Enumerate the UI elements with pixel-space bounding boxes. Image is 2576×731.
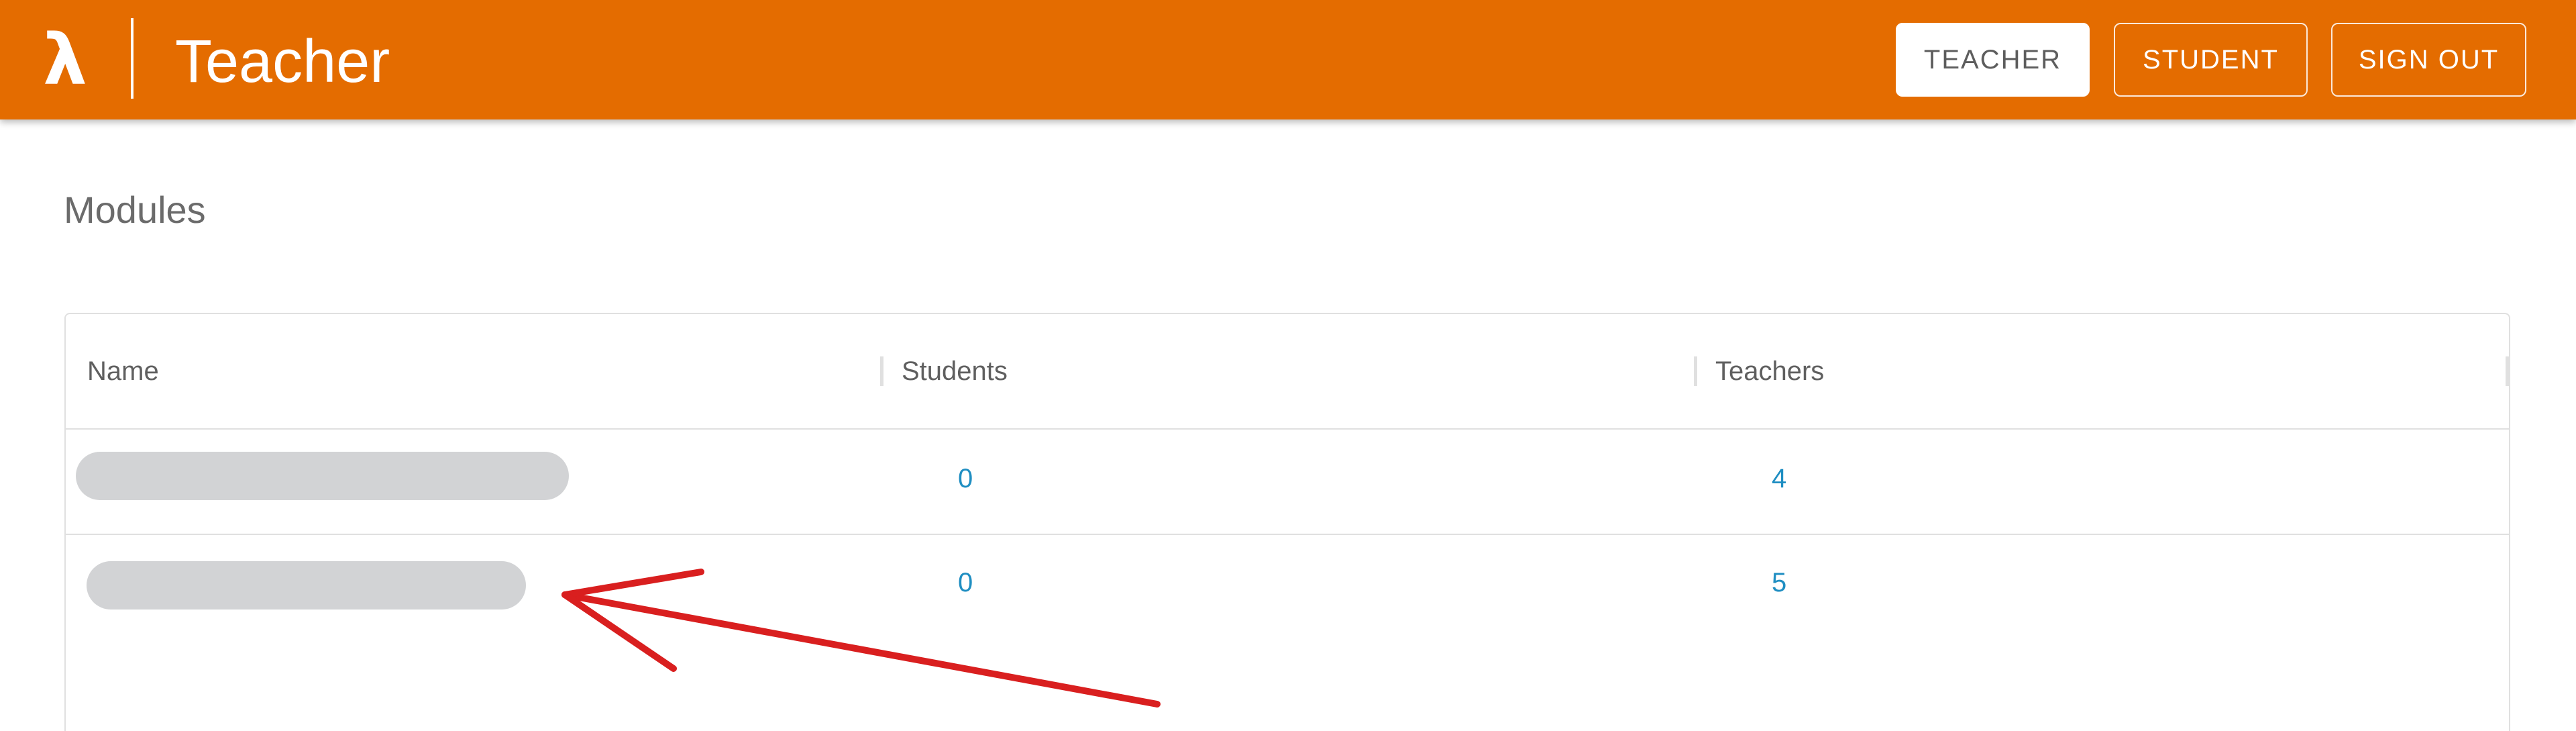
column-resize-handle[interactable] (2506, 356, 2509, 386)
table-header-row: Name Students Teachers (66, 314, 2509, 430)
modules-heading: Modules (64, 189, 206, 231)
teachers-count-link[interactable]: 5 (1772, 531, 1786, 635)
table-row[interactable]: 0 4 (66, 430, 2509, 535)
table-row[interactable]: 0 5 (66, 535, 2509, 639)
student-nav-button[interactable]: STUDENT (2114, 23, 2308, 97)
students-count-link[interactable]: 0 (958, 427, 973, 531)
students-count-link[interactable]: 0 (958, 531, 973, 635)
redacted-module-name[interactable] (76, 452, 569, 500)
header-divider (131, 18, 133, 99)
column-resize-handle[interactable] (1694, 356, 1697, 386)
app-header: λ Teacher TEACHER STUDENT SIGN OUT (0, 0, 2576, 119)
column-resize-handle[interactable] (880, 356, 883, 386)
app-window: λ Teacher TEACHER STUDENT SIGN OUT Modul… (0, 0, 2576, 731)
column-header-name[interactable]: Name (87, 314, 159, 428)
redacted-module-name[interactable] (87, 561, 526, 610)
column-header-teachers[interactable]: Teachers (1715, 314, 1824, 428)
sign-out-button[interactable]: SIGN OUT (2331, 23, 2526, 97)
teacher-nav-button[interactable]: TEACHER (1896, 23, 2090, 97)
lambda-logo-icon[interactable]: λ (43, 9, 87, 110)
column-header-students[interactable]: Students (902, 314, 1008, 428)
modules-table: Name Students Teachers 0 4 0 5 (64, 313, 2510, 731)
page-title: Teacher (175, 28, 390, 95)
teachers-count-link[interactable]: 4 (1772, 427, 1786, 531)
